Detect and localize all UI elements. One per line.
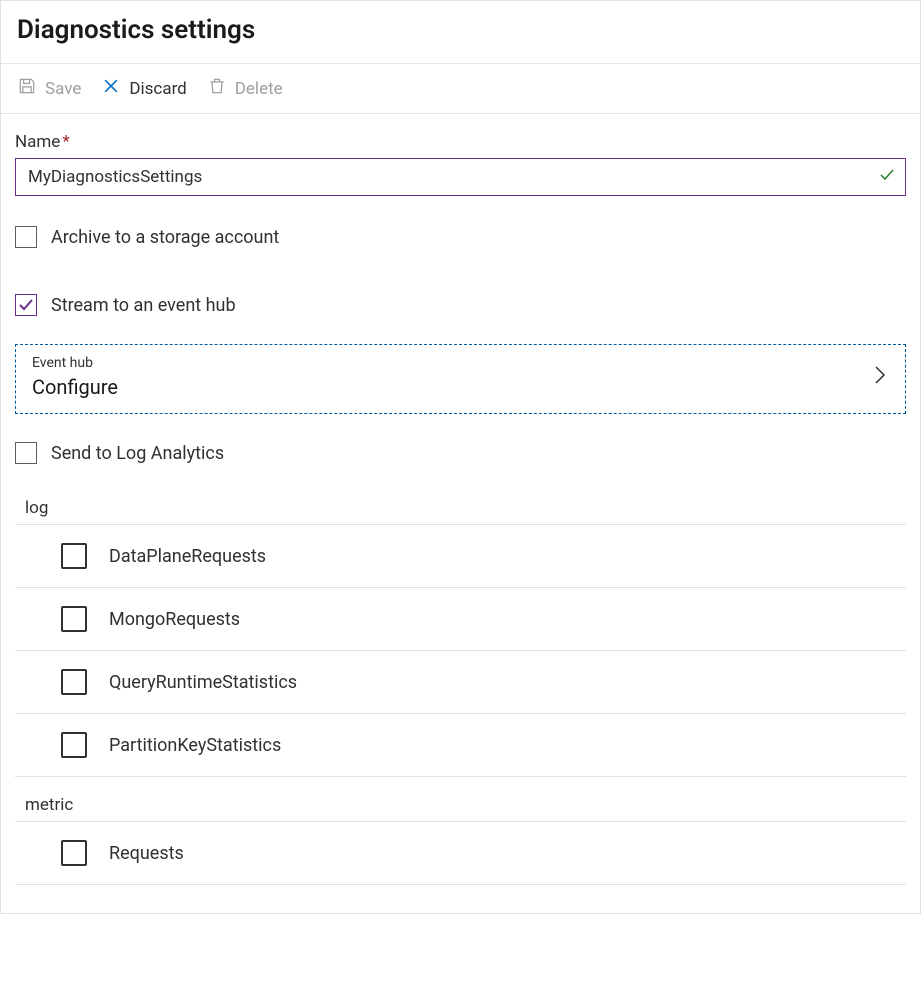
log-item-checkbox[interactable] (61, 543, 87, 569)
archive-option: Archive to a storage account (15, 226, 906, 248)
chevron-right-icon (873, 363, 887, 391)
name-input[interactable] (26, 166, 869, 188)
log-list: DataPlaneRequests MongoRequests QueryRun… (15, 524, 906, 777)
discard-button[interactable]: Discard (101, 76, 186, 101)
page-title: Diagnostics settings (17, 15, 904, 45)
list-item: DataPlaneRequests (15, 525, 906, 588)
name-input-wrapper (15, 158, 906, 196)
toolbar: Save Discard Delete (1, 63, 920, 114)
save-label: Save (45, 79, 81, 99)
header: Diagnostics settings (1, 1, 920, 63)
stream-checkbox[interactable] (15, 294, 37, 316)
metric-list: Requests (15, 821, 906, 885)
required-asterisk: * (62, 132, 69, 152)
trash-icon (207, 76, 227, 101)
log-item-label: MongoRequests (109, 609, 240, 630)
event-hub-configure[interactable]: Event hub Configure (15, 344, 906, 414)
metric-item-checkbox[interactable] (61, 840, 87, 866)
delete-label: Delete (235, 79, 283, 99)
archive-label: Archive to a storage account (51, 227, 279, 248)
metric-section-heading: metric (25, 795, 906, 815)
event-hub-action: Configure (32, 375, 118, 399)
list-item: QueryRuntimeStatistics (15, 651, 906, 714)
log-item-label: QueryRuntimeStatistics (109, 672, 297, 693)
metric-item-label: Requests (109, 843, 184, 864)
log-item-label: DataPlaneRequests (109, 546, 266, 567)
discard-label: Discard (129, 79, 186, 99)
log-item-checkbox[interactable] (61, 732, 87, 758)
event-hub-caption: Event hub (32, 355, 118, 371)
archive-checkbox[interactable] (15, 226, 37, 248)
diagnostics-settings-panel: Diagnostics settings Save Discard (0, 0, 921, 914)
log-analytics-option: Send to Log Analytics (15, 442, 906, 464)
list-item: Requests (15, 822, 906, 885)
log-item-checkbox[interactable] (61, 669, 87, 695)
log-analytics-label: Send to Log Analytics (51, 443, 224, 464)
delete-button[interactable]: Delete (207, 76, 283, 101)
close-icon (101, 76, 121, 101)
log-item-checkbox[interactable] (61, 606, 87, 632)
checkmark-icon (879, 167, 895, 187)
log-section-heading: log (25, 498, 906, 518)
log-item-label: PartitionKeyStatistics (109, 735, 281, 756)
log-analytics-checkbox[interactable] (15, 442, 37, 464)
list-item: PartitionKeyStatistics (15, 714, 906, 777)
content-area: Name* Archive to a storage account Strea… (1, 114, 920, 913)
save-button[interactable]: Save (17, 76, 81, 101)
stream-option: Stream to an event hub (15, 294, 906, 316)
list-item: MongoRequests (15, 588, 906, 651)
stream-label: Stream to an event hub (51, 295, 236, 316)
name-label: Name* (15, 132, 906, 152)
save-icon (17, 76, 37, 101)
event-hub-text: Event hub Configure (32, 355, 118, 399)
